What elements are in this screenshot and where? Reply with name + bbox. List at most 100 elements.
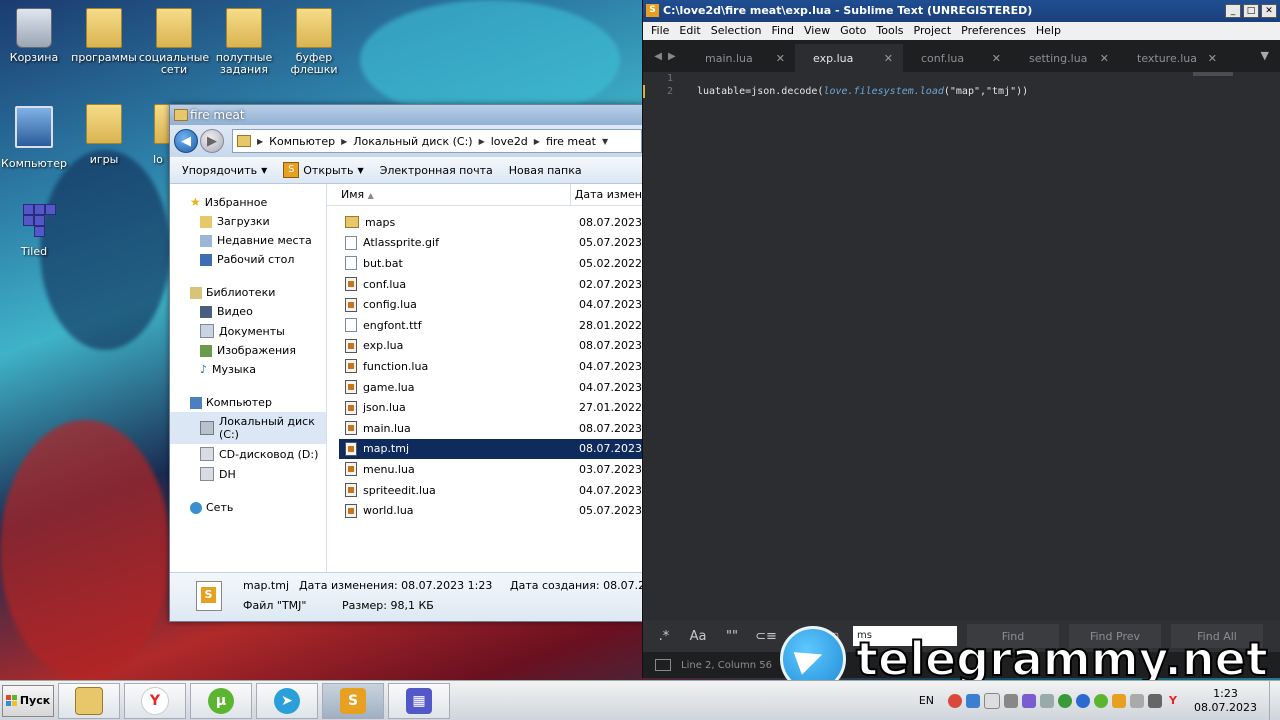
regex-toggle[interactable]: .* [649,624,679,648]
breadcrumb-fire-meat[interactable]: fire meat [546,135,596,148]
file-row[interactable]: json.lua 27.01.2022 [339,397,642,418]
breadcrumb-love2d[interactable]: love2d [491,135,528,148]
close-button[interactable]: ✕ [1261,4,1277,18]
nav-item-cd-drive[interactable]: CD-дисковод (D:) [170,444,326,464]
start-button[interactable]: Пуск [2,684,54,717]
new-folder-button[interactable]: Новая папка [503,162,588,179]
file-row[interactable]: main.lua 08.07.2023 [339,418,642,439]
language-indicator[interactable]: EN [919,694,934,707]
breadcrumb-computer[interactable]: Компьютер [269,135,335,148]
nav-libraries[interactable]: Библиотеки [170,283,326,302]
email-button[interactable]: Электронная почта [374,162,499,179]
tab-setting-lua[interactable]: setting.lua ✕ [1011,44,1119,72]
nav-item-recent[interactable]: Недавние места [170,231,326,250]
breadcrumb-disk[interactable]: Локальный диск (C:) [353,135,472,148]
whole-word-toggle[interactable]: "" [717,624,747,648]
tray-app-icon[interactable] [984,692,1001,709]
taskbar-tiled[interactable]: ▦ [388,682,450,719]
minimap[interactable] [1193,72,1233,76]
tray-app-icon[interactable] [948,693,963,708]
nav-network[interactable]: Сеть [170,498,326,517]
menu-goto[interactable]: Goto [836,22,870,40]
file-row[interactable]: game.lua 04.07.2023 [339,377,642,398]
close-icon[interactable]: ✕ [776,52,785,65]
menu-help[interactable]: Help [1032,22,1065,40]
panel-toggle-icon[interactable] [655,659,671,671]
nav-item-desktop[interactable]: Рабочий стол [170,250,326,269]
desktop-icon-programs[interactable]: программы [68,8,140,64]
chevron-right-icon[interactable]: ▶ [534,137,540,146]
file-row[interactable]: engfont.ttf 28.01.2022 [339,315,642,336]
desktop-icon-tiled[interactable]: Tiled [0,204,70,258]
chevron-right-icon[interactable]: ▶ [479,137,485,146]
file-row[interactable]: world.lua 05.07.2023 [339,500,642,521]
tray-app-icon[interactable] [966,693,981,708]
nav-item-local-disk[interactable]: Локальный диск (C:) [170,412,326,444]
forward-button[interactable]: ▶ [200,129,224,153]
desktop-icon-computer[interactable]: Компьютер [0,106,70,170]
address-box[interactable]: ▶ Компьютер ▶ Локальный диск (C:) ▶ love… [232,129,642,153]
tab-conf-lua[interactable]: conf.lua ✕ [903,44,1011,72]
column-name-header[interactable]: Имя ▲ [327,184,571,205]
desktop-icon-flash-buffer[interactable]: буфер флешки [278,8,350,76]
in-selection-toggle[interactable]: ⊂≡ [751,624,781,648]
sublime-title-bar[interactable]: S C:\love2d\fire meat\exp.lua - Sublime … [643,0,1280,22]
close-icon[interactable]: ✕ [1100,52,1109,65]
maximize-button[interactable]: □ [1243,4,1259,18]
minimize-button[interactable]: _ [1225,4,1241,18]
nav-item-images[interactable]: Изображения [170,341,326,360]
taskbar-utorrent[interactable]: µ [190,682,252,719]
taskbar-yandex[interactable]: Y [124,682,186,719]
desktop-icon-social[interactable]: социальные сети [138,8,210,76]
file-row[interactable]: but.bat 05.02.2022 [339,253,642,274]
sublime-icon[interactable] [1112,693,1127,708]
taskbar-sublime[interactable]: S [322,682,384,719]
nav-item-downloads[interactable]: Загрузки [170,212,326,231]
code-editor[interactable]: 1 2 luatable=json.decode(love.filesystem… [643,72,1280,618]
file-row[interactable]: map.tmj 08.07.2023 [339,438,642,460]
edge-icon[interactable] [1076,693,1091,708]
show-desktop-button[interactable] [1269,681,1280,720]
tab-menu-icon[interactable]: ▼ [1261,49,1269,62]
tab-texture-lua[interactable]: texture.lua ✕ [1119,44,1227,72]
close-icon[interactable]: ✕ [992,52,1001,65]
tray-app-icon[interactable] [1130,693,1145,708]
nav-favorites[interactable]: ★ Избранное [170,192,326,212]
volume-icon[interactable] [1148,693,1163,708]
tab-scroll-arrows[interactable]: ◀ ▶ [643,40,687,72]
desktop-icon-recycle-bin[interactable]: Корзина [0,8,70,64]
code-line-2[interactable]: luatable=json.decode(love.filesystem.loa… [697,85,1028,98]
file-row[interactable]: Atlassprite.gif 05.07.2023 [339,233,642,254]
file-row[interactable]: config.lua 04.07.2023 [339,294,642,315]
close-icon[interactable]: ✕ [1208,52,1217,65]
nav-item-documents[interactable]: Документы [170,321,326,341]
menu-find[interactable]: Find [767,22,798,40]
tab-exp-lua[interactable]: exp.lua ✕ [795,44,903,72]
menu-project[interactable]: Project [910,22,956,40]
nav-item-music[interactable]: ♪ Музыка [170,360,326,379]
discord-icon[interactable] [1022,693,1037,708]
tray-app-icon[interactable] [1004,693,1019,708]
chevron-right-icon[interactable]: ▶ [341,137,347,146]
file-row[interactable]: conf.lua 02.07.2023 [339,274,642,295]
chrome-icon[interactable] [1058,693,1073,708]
column-date-header[interactable]: Дата измен [571,184,642,205]
file-row[interactable]: maps 08.07.2023 [339,212,642,233]
sublime-window[interactable]: S C:\love2d\fire meat\exp.lua - Sublime … [642,0,1280,678]
menu-view[interactable]: View [800,22,834,40]
clock[interactable]: 1:23 08.07.2023 [1184,687,1265,715]
organize-button[interactable]: Упорядочить ▼ [176,162,273,179]
back-button[interactable]: ◀ [174,129,198,153]
yandex-icon[interactable]: Y [1166,694,1180,708]
file-row[interactable]: exp.lua 08.07.2023 [339,336,642,357]
file-row[interactable]: menu.lua 03.07.2023 [339,459,642,480]
case-toggle[interactable]: Aa [683,624,713,648]
menu-selection[interactable]: Selection [707,22,766,40]
menu-file[interactable]: File [647,22,673,40]
desktop-icon-tasks[interactable]: полутные задания [208,8,280,76]
network-icon[interactable] [1040,693,1055,708]
tab-main-lua[interactable]: main.lua ✕ [687,44,795,72]
utorrent-icon[interactable] [1094,693,1109,708]
taskbar-telegram[interactable]: ➤ [256,682,318,719]
close-icon[interactable]: ✕ [884,52,893,65]
